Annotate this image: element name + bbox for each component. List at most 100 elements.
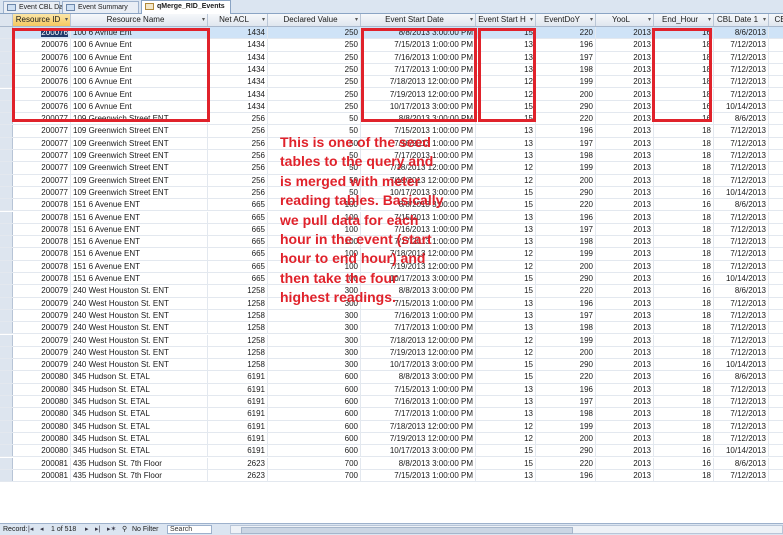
table-row[interactable]: 200079 240 West Houston St. ENT 1258 300 7/1… bbox=[0, 334, 783, 347]
table-cell[interactable]: 600 bbox=[268, 371, 361, 384]
table-cell[interactable]: 15 bbox=[476, 285, 536, 298]
sort-filter-dropdown-icon[interactable]: ▾ bbox=[65, 14, 68, 26]
table-cell[interactable]: 256 bbox=[208, 186, 268, 199]
table-cell[interactable]: 196 bbox=[536, 211, 596, 224]
table-cell[interactable]: 2013 bbox=[596, 113, 654, 126]
column-header-resource-name[interactable]: Resource Name ▾ bbox=[71, 14, 208, 26]
table-cell[interactable]: 2013 bbox=[596, 63, 654, 76]
table-cell[interactable]: 200077 bbox=[13, 174, 71, 187]
record-selector[interactable] bbox=[0, 186, 13, 199]
table-cell[interactable]: 199 bbox=[536, 420, 596, 433]
table-cell[interactable]: 198 bbox=[536, 63, 596, 76]
table-cell[interactable]: 151 6 Avenue ENT bbox=[71, 273, 208, 285]
search-input[interactable]: Search bbox=[167, 525, 212, 534]
table-cell[interactable]: 200078 bbox=[13, 248, 71, 261]
table-cell[interactable]: 240 West Houston St. ENT bbox=[71, 309, 208, 322]
table-cell[interactable]: 15 bbox=[476, 457, 536, 470]
table-cell[interactable]: 2013 bbox=[596, 309, 654, 322]
table-cell[interactable]: 200079 bbox=[13, 346, 71, 359]
table-cell[interactable]: 200080 bbox=[13, 432, 71, 445]
record-selector[interactable] bbox=[0, 408, 13, 420]
table-cell[interactable]: 200081 bbox=[13, 469, 71, 482]
table-cell[interactable]: 8/6/2013 bbox=[714, 113, 769, 126]
table-cell[interactable]: 1434 bbox=[208, 88, 268, 101]
record-selector[interactable] bbox=[0, 285, 13, 297]
table-cell[interactable]: 151 6 Avenue ENT bbox=[71, 236, 208, 249]
record-selector[interactable] bbox=[0, 420, 13, 432]
table-cell[interactable]: 220 bbox=[536, 199, 596, 212]
table-cell[interactable]: 109 Greenwich Street ENT bbox=[71, 162, 208, 175]
table-cell[interactable]: 256 bbox=[208, 125, 268, 138]
table-cell[interactable]: 6191 bbox=[208, 445, 268, 458]
table-cell[interactable]: 1434 bbox=[208, 39, 268, 52]
table-cell[interactable]: 7/16/2013 1:00:00 PM bbox=[361, 309, 476, 322]
column-header-resource-id[interactable]: Resource ID ▾ bbox=[13, 14, 71, 26]
table-cell[interactable]: 197 bbox=[536, 51, 596, 64]
table-cell[interactable]: 2013 bbox=[596, 88, 654, 101]
table-cell[interactable]: 8/6/2013 bbox=[714, 27, 769, 39]
table-cell[interactable]: 2013 bbox=[596, 322, 654, 335]
table-cell[interactable]: 197 bbox=[536, 396, 596, 408]
table-cell[interactable]: 2013 bbox=[596, 174, 654, 187]
record-selector[interactable] bbox=[0, 150, 13, 162]
table-cell[interactable]: 18 bbox=[654, 297, 714, 310]
table-cell[interactable]: 2013 bbox=[596, 383, 654, 396]
table-cell[interactable]: 199 bbox=[536, 162, 596, 175]
table-cell[interactable]: 10/17/2013 3:00:00 PM bbox=[361, 359, 476, 372]
table-cell[interactable]: 7/12/2013 bbox=[714, 260, 769, 273]
table-cell[interactable]: 2013 bbox=[596, 248, 654, 261]
table-cell[interactable]: 16 bbox=[654, 285, 714, 298]
table-cell[interactable]: 200 bbox=[536, 88, 596, 101]
table-cell[interactable]: 290 bbox=[536, 359, 596, 372]
table-cell[interactable]: 8/8/2013 3:00:00 PM bbox=[361, 371, 476, 384]
table-row[interactable]: 200079 240 West Houston St. ENT 1258 300 7/1… bbox=[0, 322, 783, 335]
table-cell[interactable]: 2013 bbox=[596, 211, 654, 224]
record-selector[interactable] bbox=[0, 162, 13, 174]
table-row[interactable]: 200080 345 Hudson St. ETAL 6191 600 7/17/201… bbox=[0, 408, 783, 421]
table-cell[interactable]: 2013 bbox=[596, 273, 654, 285]
table-cell[interactable]: 600 bbox=[268, 383, 361, 396]
table-cell[interactable]: 15 bbox=[476, 445, 536, 458]
table-cell[interactable]: 7/19/2013 12:00:00 PM bbox=[361, 432, 476, 445]
record-selector[interactable] bbox=[0, 396, 13, 408]
table-cell[interactable]: 12 bbox=[476, 174, 536, 187]
table-cell[interactable]: 2013 bbox=[596, 396, 654, 408]
table-cell[interactable]: 200079 bbox=[13, 309, 71, 322]
table-row[interactable]: 200081 435 Hudson St. 7th Floor 2623 700 7/1… bbox=[0, 469, 783, 483]
table-cell[interactable]: 151 6 Avenue ENT bbox=[71, 199, 208, 212]
table-cell[interactable]: 665 bbox=[208, 273, 268, 285]
table-cell[interactable]: 12 bbox=[476, 248, 536, 261]
table-cell[interactable]: 196 bbox=[536, 383, 596, 396]
table-cell[interactable]: 7/12/2013 bbox=[714, 346, 769, 359]
table-cell[interactable]: 300 bbox=[268, 334, 361, 347]
record-selector[interactable] bbox=[0, 260, 13, 272]
table-cell[interactable]: 200077 bbox=[13, 137, 71, 150]
table-cell[interactable]: 18 bbox=[654, 223, 714, 236]
column-header-net-acl[interactable]: Net ACL ▾ bbox=[208, 14, 268, 26]
table-cell[interactable]: 151 6 Avenue ENT bbox=[71, 211, 208, 224]
table-cell[interactable]: 6191 bbox=[208, 396, 268, 408]
table-cell[interactable]: 18 bbox=[654, 432, 714, 445]
table-row[interactable]: 200080 345 Hudson St. ETAL 6191 600 7/19/201… bbox=[0, 432, 783, 446]
column-header-yool[interactable]: YooL ▾ bbox=[596, 14, 654, 26]
table-cell[interactable]: 13 bbox=[476, 223, 536, 236]
table-cell[interactable]: 151 6 Avenue ENT bbox=[71, 223, 208, 236]
table-cell[interactable]: 1258 bbox=[208, 359, 268, 372]
tab-qmerge-rid-events[interactable]: qMerge_RID_Events bbox=[141, 0, 231, 14]
table-cell[interactable]: 199 bbox=[536, 76, 596, 89]
table-cell[interactable]: 7/18/2013 12:00:00 PM bbox=[361, 334, 476, 347]
table-cell[interactable]: 196 bbox=[536, 125, 596, 138]
table-cell[interactable]: 2013 bbox=[596, 297, 654, 310]
table-row[interactable]: 200079 240 West Houston St. ENT 1258 300 7/1… bbox=[0, 309, 783, 323]
table-cell[interactable]: 7/17/2013 1:00:00 PM bbox=[361, 408, 476, 421]
table-cell[interactable]: 13 bbox=[476, 383, 536, 396]
table-cell[interactable]: 109 Greenwich Street ENT bbox=[71, 137, 208, 150]
table-cell[interactable]: 7/12/2013 bbox=[714, 39, 769, 52]
record-selector[interactable] bbox=[0, 445, 13, 457]
next-record-button[interactable]: ▸ bbox=[85, 524, 89, 535]
table-cell[interactable]: 151 6 Avenue ENT bbox=[71, 248, 208, 261]
table-cell[interactable]: 665 bbox=[208, 211, 268, 224]
table-cell[interactable]: 290 bbox=[536, 186, 596, 199]
table-cell[interactable]: 13 bbox=[476, 469, 536, 482]
table-cell[interactable]: 109 Greenwich Street ENT bbox=[71, 174, 208, 187]
